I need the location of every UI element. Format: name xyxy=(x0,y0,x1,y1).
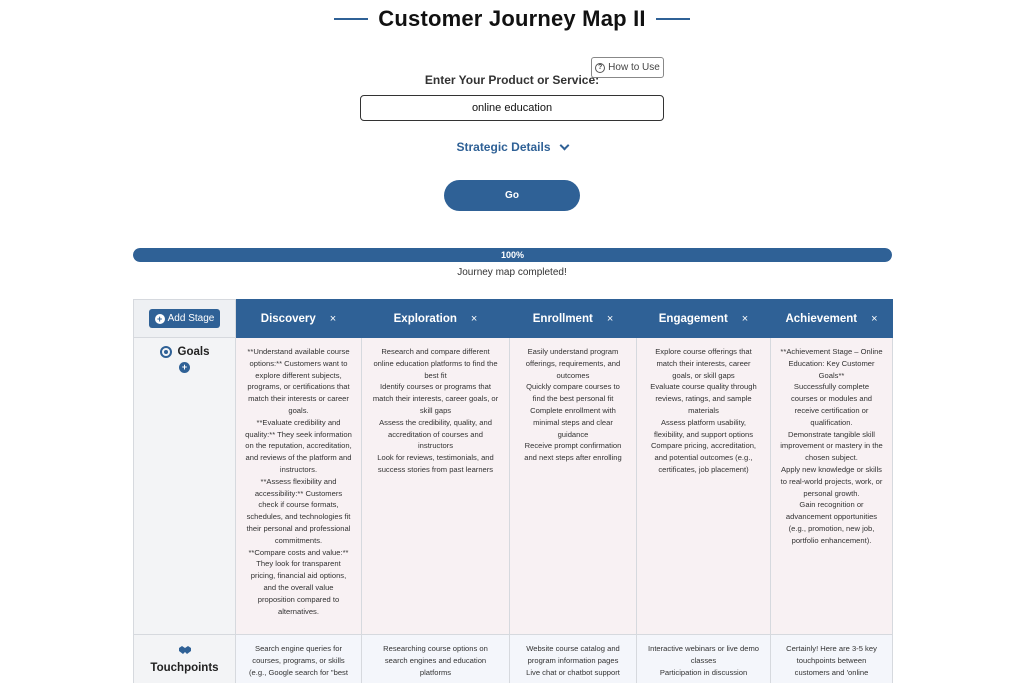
touchpoints-cell-enrollment[interactable]: Website course catalog and program infor… xyxy=(509,634,637,683)
touchpoints-cell-engagement[interactable]: Interactive webinars or live demo classe… xyxy=(636,634,771,683)
goals-cell-discovery[interactable]: **Understand available course options:**… xyxy=(235,337,362,635)
target-icon xyxy=(159,346,172,358)
remove-stage-icon[interactable]: × xyxy=(607,313,613,325)
cell-line: **Achievement Stage – Online Education: … xyxy=(780,347,883,380)
stage-name: Engagement xyxy=(658,312,728,325)
cell-line: Evaluate course quality through reviews,… xyxy=(650,382,757,415)
cell-line: Demonstrate tangible skill improvement o… xyxy=(780,429,883,463)
touchpoints-cell-exploration[interactable]: Researching course options on search eng… xyxy=(361,634,510,683)
strategic-details-toggle[interactable]: Strategic Details xyxy=(0,140,1024,154)
stage-header-exploration: Exploration × xyxy=(361,299,510,338)
journey-map-table: + Add Stage Discovery × Exploration × Enro… xyxy=(133,299,893,683)
cell-line: Successfully complete courses or modules… xyxy=(790,382,873,427)
goals-label: Goals xyxy=(177,346,210,358)
touchpoints-row: Touchpoints Search engine queries for co… xyxy=(133,634,893,683)
goals-cell-exploration[interactable]: Research and compare different online ed… xyxy=(361,337,510,635)
product-label: Enter Your Product or Service: xyxy=(424,73,600,87)
stage-header-enrollment: Enrollment × xyxy=(509,299,637,338)
cell-line: Quickly compare courses to find the best… xyxy=(526,382,620,404)
progress-bar: 100% xyxy=(133,248,892,262)
stage-header-engagement: Engagement × xyxy=(636,299,771,338)
cell-line: **Assess flexibility and accessibility:*… xyxy=(246,476,351,545)
progress-percent: 100% xyxy=(500,250,525,260)
cell-line: Website course catalog and program infor… xyxy=(526,644,620,665)
cell-line: **Compare costs and value:** They look f… xyxy=(248,547,349,616)
page-title: Customer Journey Map II xyxy=(378,6,646,31)
chevron-down-icon xyxy=(559,140,569,150)
goals-row: Goals + **Understand available course op… xyxy=(133,337,893,635)
cell-line: Look for reviews, testimonials, and succ… xyxy=(377,453,494,474)
stage-name: Discovery xyxy=(260,312,316,325)
cell-line: Search engine queries for courses, progr… xyxy=(249,644,348,677)
cell-line: Research and compare different online ed… xyxy=(373,347,498,380)
cell-line: Identify courses or programs that match … xyxy=(372,382,499,415)
header: Customer Journey Map II xyxy=(0,6,1024,32)
goals-row-header: Goals + xyxy=(133,337,236,635)
remove-stage-icon[interactable]: × xyxy=(330,313,336,325)
stage-name: Achievement xyxy=(785,312,858,325)
add-stage-label: Add Stage xyxy=(167,313,215,324)
touchpoints-cell-discovery[interactable]: Search engine queries for courses, progr… xyxy=(235,634,362,683)
handshake-icon xyxy=(134,645,235,658)
cell-line: Assess the credibility, quality, and acc… xyxy=(379,417,492,451)
cell-line: Explore course offerings that match thei… xyxy=(655,347,752,380)
table-corner: + Add Stage xyxy=(133,299,236,338)
how-to-use-label: How to Use xyxy=(608,62,660,73)
cell-line: Receive prompt confirmation and next ste… xyxy=(524,441,622,463)
touchpoints-label: Touchpoints xyxy=(150,662,219,674)
touchpoints-row-header: Touchpoints xyxy=(133,634,236,683)
cell-line: **Understand available course options:**… xyxy=(247,347,350,415)
stage-name: Enrollment xyxy=(532,312,593,325)
goals-cell-enrollment[interactable]: Easily understand program offerings, req… xyxy=(509,337,637,635)
cell-line: Apply new knowledge or skills to real-wo… xyxy=(780,464,883,498)
cell-line: Participation in discussion xyxy=(659,667,748,677)
stage-name: Exploration xyxy=(393,312,457,325)
goals-cell-achievement[interactable]: **Achievement Stage – Online Education: … xyxy=(770,337,893,635)
plus-icon: + xyxy=(154,313,165,324)
cell-line: Live chat or chatbot support xyxy=(526,667,620,677)
touchpoints-cell-achievement[interactable]: Certainly! Here are 3-5 key touchpoints … xyxy=(770,634,893,683)
remove-stage-icon[interactable]: × xyxy=(742,313,748,325)
title-line-right xyxy=(655,18,690,20)
help-icon: ? xyxy=(595,62,606,73)
add-goal-icon[interactable]: + xyxy=(179,362,190,373)
product-input[interactable] xyxy=(360,95,664,121)
title-line-left xyxy=(334,18,369,20)
remove-stage-icon[interactable]: × xyxy=(871,313,877,325)
cell-line: Compare pricing, accreditation, and pote… xyxy=(650,441,757,474)
strategic-details-label: Strategic Details xyxy=(456,140,551,154)
goals-cell-engagement[interactable]: Explore course offerings that match thei… xyxy=(636,337,771,635)
cell-line: Researching course options on search eng… xyxy=(383,644,488,677)
cell-line: Gain recognition or advancement opportun… xyxy=(785,500,878,545)
cell-line: Easily understand program offerings, req… xyxy=(525,347,621,380)
stage-header-achievement: Achievement × xyxy=(770,299,893,338)
stage-header-discovery: Discovery × xyxy=(235,299,362,338)
cell-line: Complete enrollment with minimal steps a… xyxy=(530,405,616,439)
stage-header-row: + Add Stage Discovery × Exploration × Enro… xyxy=(133,299,893,338)
cell-line: Certainly! Here are 3-5 key touchpoints … xyxy=(786,644,877,677)
status-text: Journey map completed! xyxy=(457,267,567,278)
cell-line: Assess platform usability, flexibility, … xyxy=(653,417,754,439)
go-button[interactable]: Go xyxy=(444,180,580,211)
cell-line: **Evaluate credibility and quality:** Th… xyxy=(245,417,352,474)
add-stage-button[interactable]: + Add Stage xyxy=(148,309,221,328)
remove-stage-icon[interactable]: × xyxy=(471,313,477,325)
cell-line: Interactive webinars or live demo classe… xyxy=(647,644,759,665)
